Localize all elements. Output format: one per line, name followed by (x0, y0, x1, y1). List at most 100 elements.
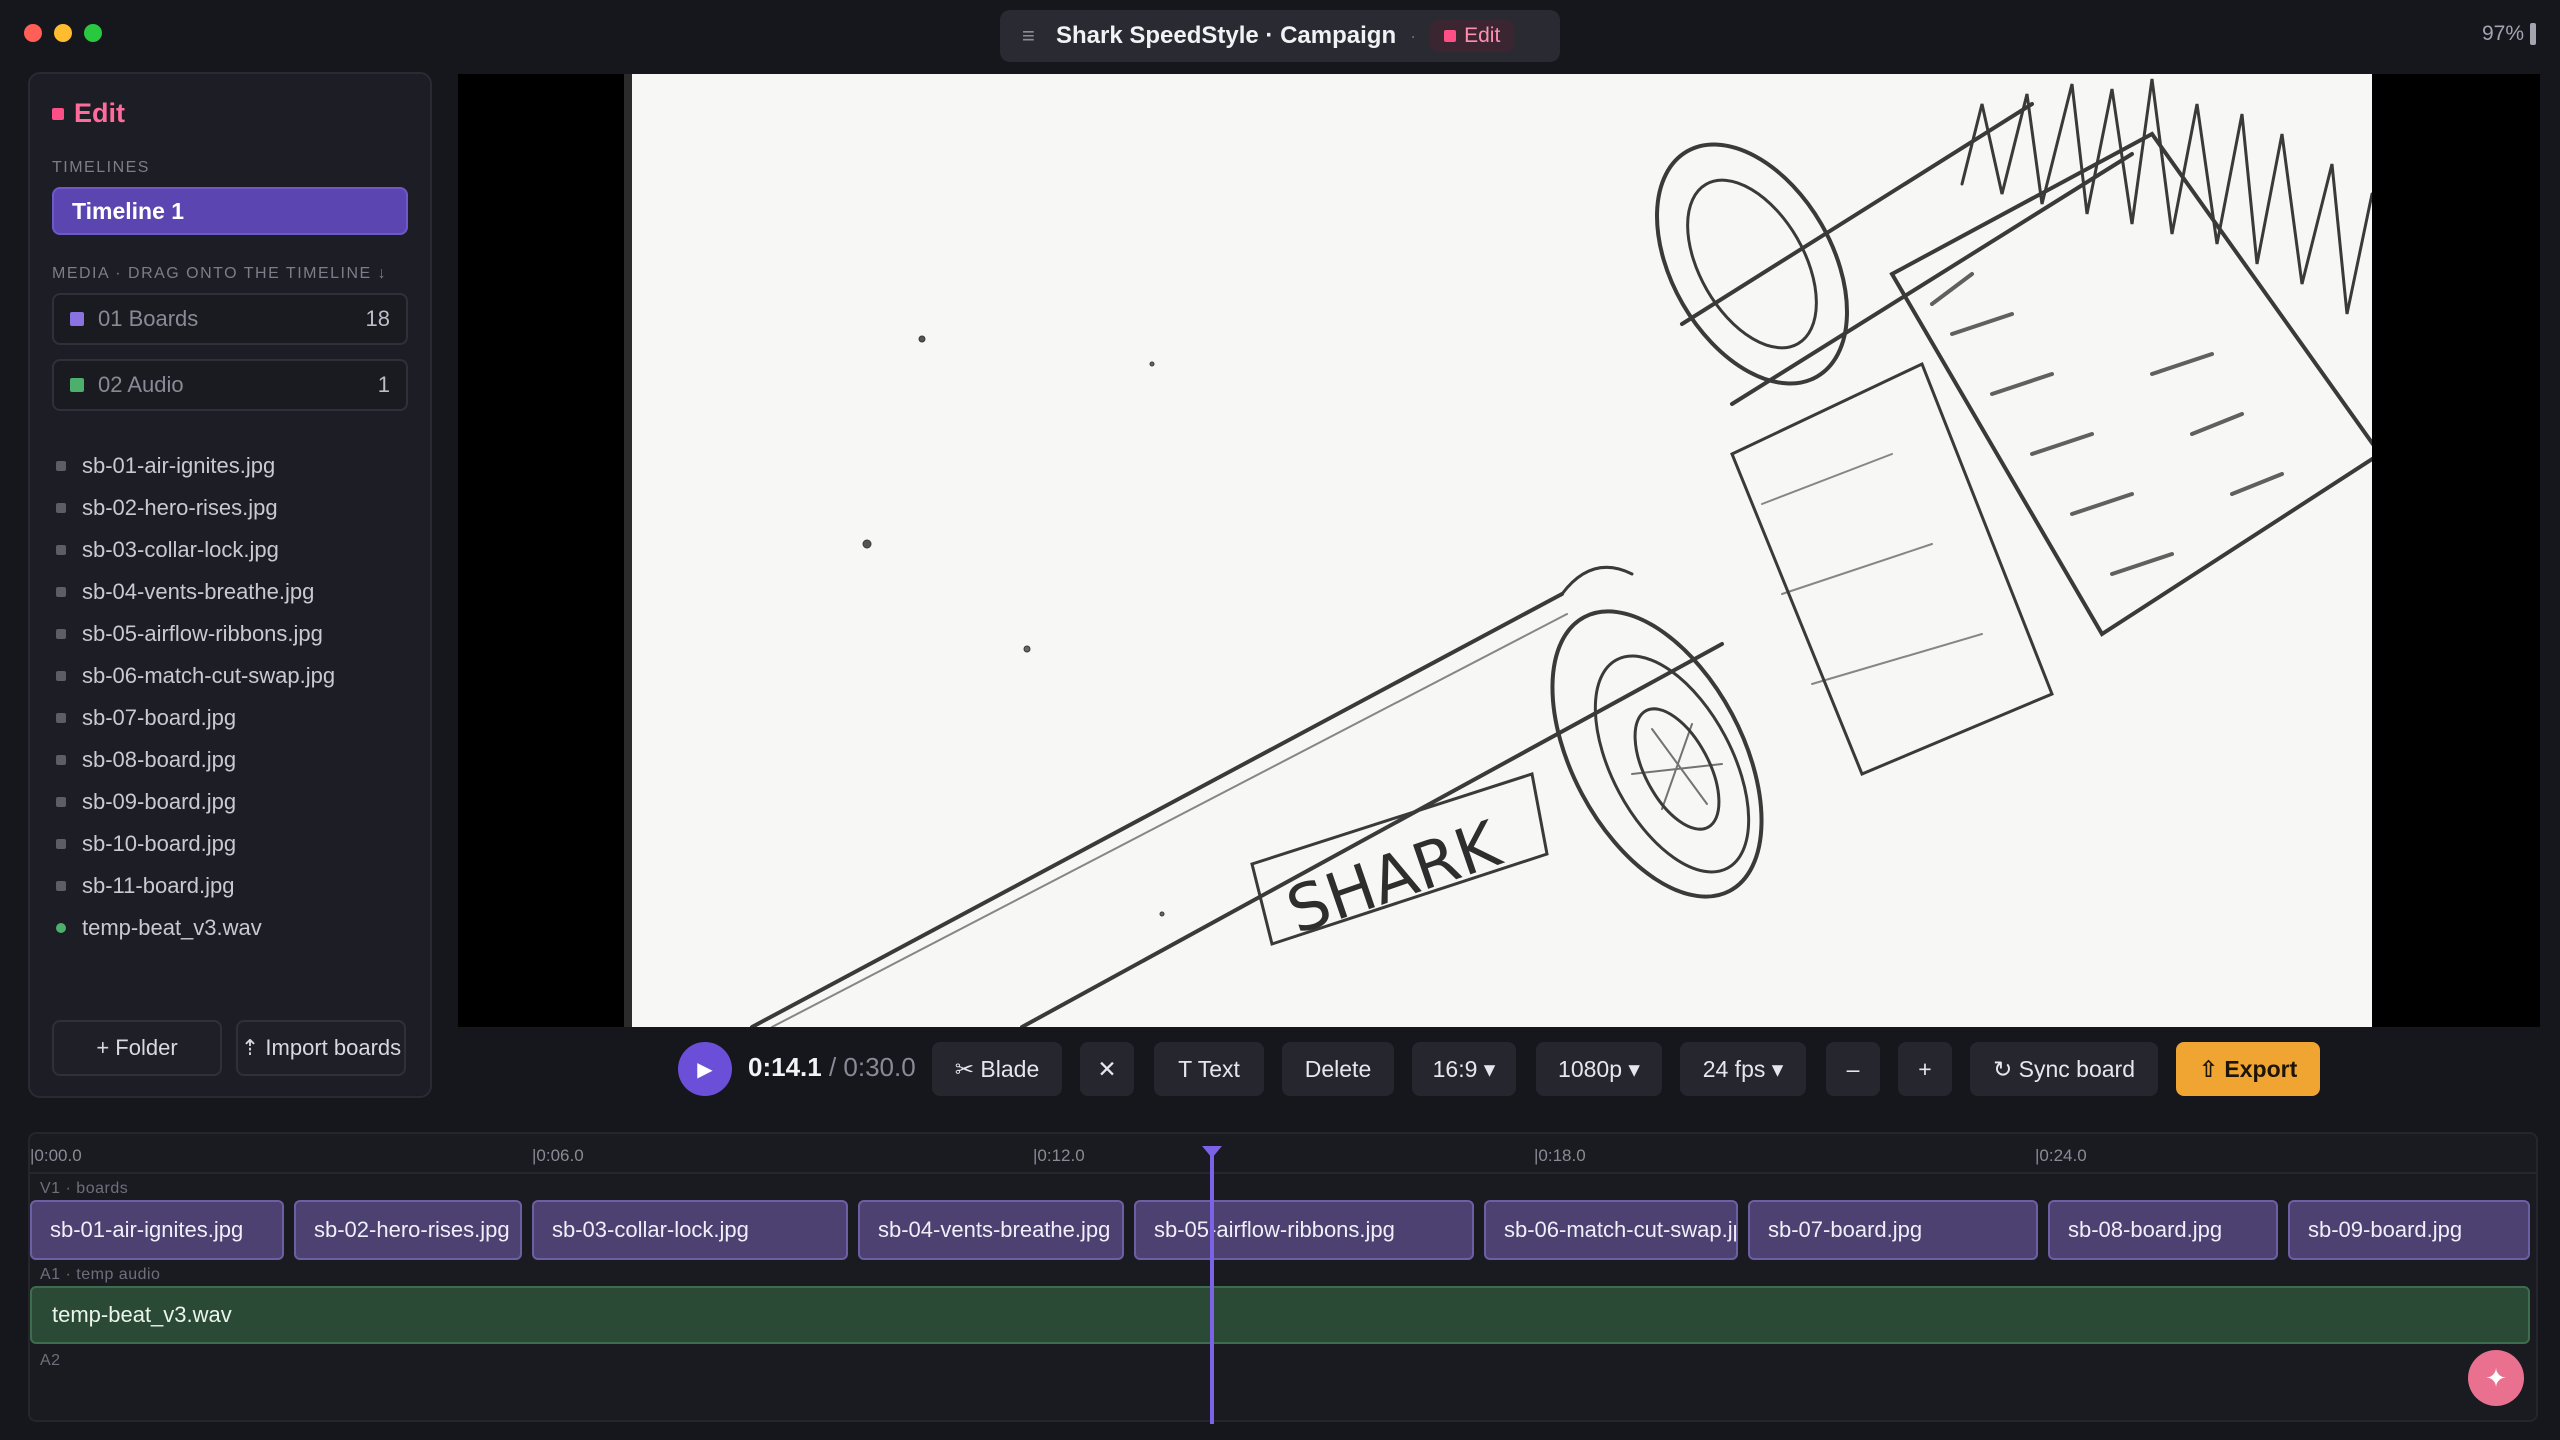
ruler-tick: |0:18.0 (1534, 1146, 1586, 1165)
timeline-clip[interactable]: sb-04-vents-breathe.jpg (858, 1200, 1124, 1260)
timeline-clip[interactable]: sb-08-board.jpg (2048, 1200, 2278, 1260)
sidebar-heading: Edit (52, 98, 408, 129)
close-window-button[interactable] (24, 24, 42, 42)
media-file-name: sb-03-collar-lock.jpg (82, 537, 279, 562)
media-file[interactable]: sb-04-vents-breathe.jpg (52, 571, 408, 613)
image-file-icon (56, 503, 66, 513)
media-file[interactable]: sb-05-airflow-ribbons.jpg (52, 613, 408, 655)
audio-clip[interactable]: temp-beat_v3.wav (30, 1286, 2530, 1344)
aspect-ratio-select[interactable]: 16:9 ▾ (1412, 1042, 1516, 1096)
timeline-clip[interactable]: sb-02-hero-rises.jpg (294, 1200, 522, 1260)
image-file-icon (56, 881, 66, 891)
image-file-icon (56, 671, 66, 681)
sketch-label-text: SHARK (1278, 807, 1511, 949)
timeline-item[interactable]: Timeline 1 (52, 187, 408, 235)
timeline-clip[interactable]: sb-03-collar-lock.jpg (532, 1200, 848, 1260)
window-controls (24, 24, 102, 42)
folder-name: 02 Audio (98, 372, 184, 397)
media-file-name: sb-11-board.jpg (82, 873, 235, 898)
fps-select[interactable]: 24 fps ▾ (1680, 1042, 1806, 1096)
resolution-select[interactable]: 1080p ▾ (1536, 1042, 1662, 1096)
folder-audio[interactable]: 02 Audio 1 (52, 359, 408, 411)
ruler-tick: |0:00.0 (30, 1146, 82, 1165)
folder-name: 01 Boards (98, 306, 199, 331)
media-file[interactable]: sb-03-collar-lock.jpg (52, 529, 408, 571)
media-file-name: sb-04-vents-breathe.jpg (82, 579, 315, 604)
menu-icon[interactable]: ≡ (1022, 23, 1042, 49)
playhead[interactable] (1202, 1146, 1222, 1424)
transport-bar: ✂ Blade ✕ T Text Delete 16:9 ▾ 1080p ▾ 2… (0, 1042, 2560, 1096)
mode-square-icon (1444, 30, 1457, 42)
battery-percent: 97% (2481, 22, 2524, 45)
battery-icon (2530, 23, 2536, 45)
ruler-tick: |0:06.0 (532, 1146, 584, 1165)
zoom-in-button[interactable]: + (1898, 1042, 1952, 1096)
storyboard-sketch: SHARK (750, 78, 2372, 1027)
timeline-clip[interactable]: sb-07-board.jpg (1748, 1200, 2038, 1260)
media-file[interactable]: sb-07-board.jpg (52, 697, 408, 739)
image-file-icon (56, 461, 66, 471)
folder-color-icon (70, 378, 84, 392)
v1-track-label: V1 · boards (40, 1180, 129, 1197)
media-file[interactable]: sb-09-board.jpg (52, 781, 408, 823)
timeline-clip[interactable]: sb-06-match-cut-swap.jpg (1484, 1200, 1738, 1260)
image-file-icon (56, 713, 66, 723)
timeline-clip[interactable]: sb-05-airflow-ribbons.jpg (1134, 1200, 1474, 1260)
time-ruler[interactable]: |0:00.0 |0:06.0 |0:12.0 |0:18.0 |0:24.0 (30, 1134, 2536, 1174)
media-file[interactable]: sb-02-hero-rises.jpg (52, 487, 408, 529)
sync-board-button[interactable]: ↻ Sync board (1970, 1042, 2158, 1096)
timeline-clip[interactable]: sb-01-air-ignites.jpg (30, 1200, 284, 1260)
zoom-out-button[interactable]: – (1826, 1042, 1880, 1096)
media-file-name: sb-05-airflow-ribbons.jpg (82, 621, 323, 646)
delete-button[interactable]: Delete (1282, 1042, 1394, 1096)
sparkle-icon: ✦ (2485, 1362, 2507, 1393)
timeline-panel[interactable]: |0:00.0 |0:06.0 |0:12.0 |0:18.0 |0:24.0 … (28, 1132, 2538, 1424)
folder-boards[interactable]: 01 Boards 18 (52, 293, 408, 345)
preview-viewer[interactable]: SHARK (458, 74, 2540, 1027)
storyboard-frame: SHARK (624, 74, 2372, 1027)
image-file-icon (56, 797, 66, 807)
image-file-icon (56, 587, 66, 597)
a2-track-label: A2 (40, 1352, 61, 1369)
folder-count: 1 (377, 372, 390, 397)
sidebar: Edit TIMELINES Timeline 1 MEDIA · DRAG O… (28, 72, 432, 1098)
media-file-name: sb-10-board.jpg (82, 831, 237, 856)
image-file-icon (56, 629, 66, 639)
folder-color-icon (70, 312, 84, 326)
battery-indicator: 97% (2482, 22, 2536, 46)
media-file[interactable]: sb-06-match-cut-swap.jpg (52, 655, 408, 697)
assistant-button[interactable]: ✦ (2468, 1350, 2524, 1406)
media-file-name: sb-06-match-cut-swap.jpg (82, 663, 336, 688)
media-file-name: sb-02-hero-rises.jpg (82, 495, 278, 520)
media-file[interactable]: temp-beat_v3.wav (52, 907, 408, 949)
ruler-tick: |0:24.0 (2035, 1146, 2087, 1165)
media-file-name: sb-09-board.jpg (82, 789, 237, 814)
timeline-item-label: Timeline 1 (72, 197, 185, 224)
project-title: Shark SpeedStyle · Campaign (1056, 22, 1397, 49)
media-section-label: MEDIA · DRAG ONTO THE TIMELINE ↓ (52, 265, 388, 282)
image-file-icon (56, 755, 66, 765)
blade-button[interactable]: ✂ Blade (932, 1042, 1062, 1096)
media-file[interactable]: sb-10-board.jpg (52, 823, 408, 865)
close-tool-button[interactable]: ✕ (1080, 1042, 1134, 1096)
minimize-window-button[interactable] (54, 24, 72, 42)
media-file-name: sb-01-air-ignites.jpg (82, 453, 276, 478)
folder-count: 18 (365, 306, 390, 331)
media-file-list: sb-01-air-ignites.jpg sb-02-hero-rises.j… (52, 445, 408, 949)
mode-badge-label: Edit (1464, 24, 1501, 47)
audio-clip-label: temp-beat_v3.wav (52, 1302, 232, 1327)
export-button[interactable]: ⇧ Export (2176, 1042, 2320, 1096)
image-file-icon (56, 545, 66, 555)
timeline-clip[interactable]: sb-09-board.jpg (2288, 1200, 2530, 1260)
media-file[interactable]: sb-11-board.jpg (52, 865, 408, 907)
media-file[interactable]: sb-08-board.jpg (52, 739, 408, 781)
text-button[interactable]: T Text (1154, 1042, 1264, 1096)
a1-track-label: A1 · temp audio (40, 1266, 161, 1283)
title-bar: ≡ Shark SpeedStyle · Campaign · Edit (1000, 10, 1560, 62)
media-file[interactable]: sb-01-air-ignites.jpg (52, 445, 408, 487)
zoom-window-button[interactable] (84, 24, 102, 42)
audio-file-icon (56, 923, 66, 933)
sidebar-heading-label: Edit (74, 98, 125, 128)
image-file-icon (56, 839, 66, 849)
mode-badge[interactable]: Edit (1430, 20, 1515, 52)
